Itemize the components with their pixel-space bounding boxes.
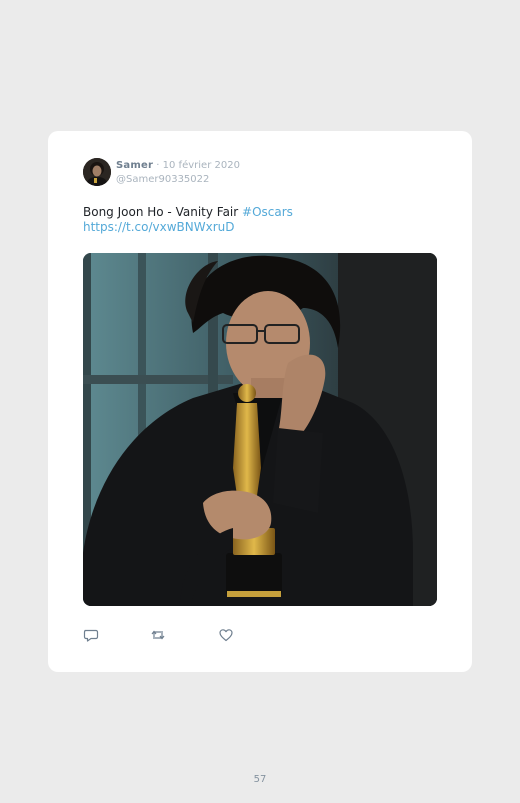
meta-separator: · [156,160,160,171]
heart-icon[interactable] [218,627,234,643]
tweet-body: Bong Joon Ho - Vanity Fair [83,205,243,219]
tweet-url-link[interactable]: https://t.co/vxwBNWxruD [83,220,443,235]
page: Samer · 10 février 2020 @Samer90335022 B… [0,0,520,803]
tweet-photo[interactable] [83,253,437,606]
tweet-text: Bong Joon Ho - Vanity Fair #Oscars https… [83,205,443,235]
avatar[interactable] [83,158,111,186]
page-number: 57 [253,774,267,785]
hashtag-link[interactable]: #Oscars [242,205,293,219]
tweet-date[interactable]: 10 février 2020 [163,160,240,171]
retweet-icon[interactable] [150,627,166,643]
author-handle[interactable]: @Samer90335022 [116,173,209,187]
author-name[interactable]: Samer [116,160,153,171]
tweet-meta: Samer · 10 février 2020 [116,159,240,173]
tweet-actions [83,627,283,643]
comment-icon[interactable] [83,627,99,643]
tweet-card: Samer · 10 février 2020 @Samer90335022 B… [48,131,472,672]
